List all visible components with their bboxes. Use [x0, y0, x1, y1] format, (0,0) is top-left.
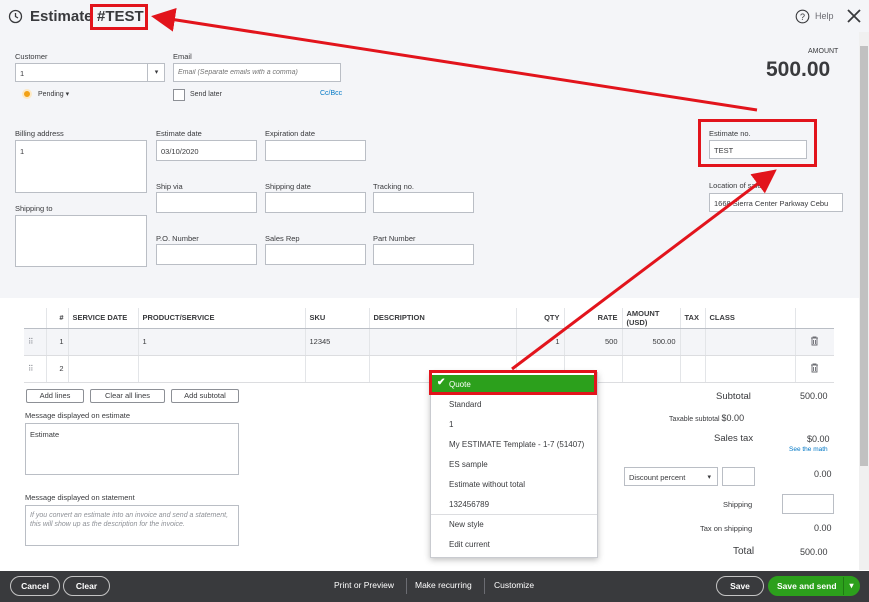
arrow-to-estimate-no: [511, 169, 777, 371]
save-button[interactable]: Save: [716, 576, 764, 596]
chevron-down-icon[interactable]: ▾: [843, 577, 859, 595]
save-and-send-button[interactable]: Save and send ▾: [768, 576, 860, 596]
print-preview-link[interactable]: Print or Preview: [334, 580, 394, 590]
annotation-arrows: [151, 7, 777, 371]
make-recurring-link[interactable]: Make recurring: [415, 580, 472, 590]
arrow-to-number-tag: [151, 7, 758, 112]
footer-divider: [406, 578, 407, 594]
cancel-button[interactable]: Cancel: [10, 576, 60, 596]
customize-link[interactable]: Customize: [494, 580, 534, 590]
clear-button[interactable]: Clear: [63, 576, 110, 596]
footer-divider: [484, 578, 485, 594]
